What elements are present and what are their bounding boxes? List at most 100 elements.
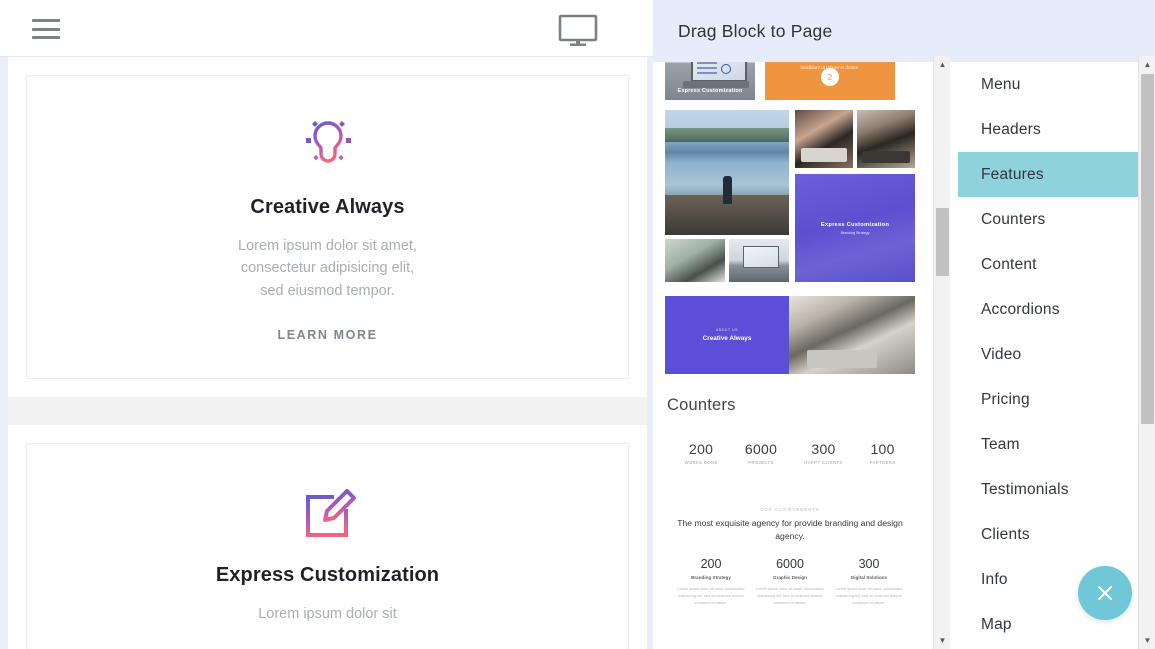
category-item-headers[interactable]: Headers — [958, 107, 1141, 152]
counter-value: 300 — [811, 441, 836, 457]
category-item-team[interactable]: Team — [958, 422, 1141, 467]
scroll-up-arrow[interactable]: ▲ — [1139, 56, 1155, 73]
category-item-accordions[interactable]: Accordions — [958, 287, 1141, 332]
panel-scrollbar[interactable]: ▲ ▼ — [1138, 56, 1155, 649]
category-label: Clients — [981, 525, 1030, 543]
counter-value: 200 — [689, 441, 714, 457]
scroll-up-arrow[interactable]: ▲ — [934, 56, 951, 73]
thumb-wide-title: Creative Always — [702, 335, 752, 342]
counters-card-eyebrow: OUR ACHIEVEMENTS — [760, 507, 820, 512]
counters-card-item: 200 Branding Strategy Lorem ipsum dolor … — [673, 557, 749, 608]
panel-header: Drag Block to Page — [653, 0, 1155, 62]
counter-item: 200 WORKS DONE — [685, 441, 718, 465]
counter-value: 100 — [870, 441, 895, 457]
scrollbar-thumb[interactable] — [1141, 74, 1154, 424]
category-label: Info — [981, 570, 1008, 588]
block-category-list[interactable]: Menu Headers Features Counters Content A… — [958, 62, 1141, 649]
thumb-wide-photo — [789, 296, 915, 374]
thumb-image-laptop2 — [729, 239, 789, 282]
panel-body: Express Customization Lorem ipsum dolor … — [653, 62, 1155, 649]
builder-topbar — [0, 0, 655, 57]
block-thumb-laptop[interactable]: Express Customization — [665, 62, 755, 100]
close-panel-button[interactable] — [1078, 566, 1132, 620]
counter-value: 300 — [858, 556, 880, 571]
category-item-counters[interactable]: Counters — [958, 197, 1141, 242]
block-thumb-image-grid[interactable]: Express Customization Branding Strategy — [665, 110, 915, 282]
category-label: Map — [981, 615, 1012, 633]
learn-more-link[interactable]: LEARN MORE — [277, 328, 377, 342]
block-library-panel: Drag Block to Page Express Customization — [653, 0, 1155, 649]
counter-text: Lorem ipsum dolor sit amet, consectetur … — [677, 586, 745, 606]
page-preview-scroll[interactable]: Creative Always Lorem ipsum dolor sit am… — [0, 57, 655, 649]
category-item-testimonials[interactable]: Testimonials — [958, 467, 1141, 512]
counter-item: 6000 PROJECTS — [745, 441, 777, 465]
counter-value: 6000 — [776, 556, 804, 571]
counter-label: Branding Strategy — [691, 574, 731, 580]
thumb-wide-eyebrow: ABOUT US — [715, 328, 739, 332]
counters-card-item: 6000 Graphic Design Lorem ipsum dolor si… — [752, 557, 828, 608]
scroll-down-arrow[interactable]: ▼ — [1139, 632, 1155, 649]
thumb-wide-purple: ABOUT US Creative Always — [665, 296, 789, 374]
category-label: Menu — [981, 75, 1021, 93]
block-thumb-counters-row[interactable]: 200 WORKS DONE 6000 PROJECTS 300 HAPPY C… — [665, 435, 915, 479]
feature-title: Creative Always — [250, 196, 405, 218]
thumb-image-laptop-hands — [857, 110, 915, 168]
edit-pencil-icon — [47, 472, 608, 556]
scroll-down-arrow[interactable]: ▼ — [934, 632, 951, 649]
close-icon — [1098, 586, 1112, 600]
hamburger-icon[interactable] — [32, 19, 60, 39]
counter-label: Graphic Design — [773, 574, 807, 580]
counter-caption: PARTNERS — [869, 460, 896, 465]
category-item-video[interactable]: Video — [958, 332, 1141, 377]
thumb-purple-title: Express Customization — [820, 221, 890, 228]
counter-caption: WORKS DONE — [684, 460, 718, 465]
blocks-scrollbar[interactable]: ▲ ▼ — [933, 56, 950, 649]
page-feature-block-1[interactable]: Creative Always Lorem ipsum dolor sit am… — [8, 75, 647, 380]
page-sheet: Creative Always Lorem ipsum dolor sit am… — [8, 57, 647, 649]
category-label: Features — [981, 165, 1044, 183]
counter-value: 200 — [700, 556, 722, 571]
category-label: Team — [981, 435, 1020, 453]
block-thumb-counters-card[interactable]: OUR ACHIEVEMENTS The most exquisite agen… — [665, 497, 915, 621]
category-item-pricing[interactable]: Pricing — [958, 377, 1141, 422]
category-label: Accordions — [981, 300, 1060, 318]
block-separator — [8, 397, 647, 426]
section-label-counters: Counters — [667, 396, 736, 414]
block-thumb-wide-card[interactable]: ABOUT US Creative Always — [665, 296, 915, 374]
thumb-image-desk — [665, 239, 725, 282]
app-root: Creative Always Lorem ipsum dolor sit am… — [0, 0, 1155, 649]
block-thumb-orange[interactable]: Lorem ipsum dolor sit amet, consectetur … — [765, 62, 895, 100]
counter-value: 6000 — [744, 441, 778, 457]
counter-text: Lorem ipsum dolor sit amet, consectetur … — [756, 586, 824, 606]
category-label: Pricing — [981, 390, 1030, 408]
thumb-image-lake — [665, 110, 789, 235]
thumb-purple-card: Express Customization Branding Strategy — [795, 174, 915, 282]
category-item-clients[interactable]: Clients — [958, 512, 1141, 557]
counter-item: 300 HAPPY CLIENTS — [804, 441, 842, 465]
counters-card-headline: The most exquisite agency for provide br… — [677, 518, 903, 541]
feature-title: Express Customization — [215, 564, 440, 587]
category-item-content[interactable]: Content — [958, 242, 1141, 287]
category-item-features[interactable]: Features — [958, 152, 1141, 197]
thumb-caption: Express Customization — [677, 88, 743, 94]
block-thumb-row-1[interactable]: Express Customization Lorem ipsum dolor … — [665, 62, 931, 100]
desktop-monitor-icon[interactable] — [557, 14, 599, 46]
feature-description: Lorem ipsum dolor sit — [258, 606, 397, 623]
thumb-image-meeting — [795, 110, 853, 168]
counter-item: 100 PARTNERS — [870, 441, 896, 465]
scrollbar-thumb[interactable] — [936, 208, 949, 276]
category-label: Testimonials — [981, 480, 1069, 498]
category-label: Content — [981, 255, 1037, 273]
counter-caption: HAPPY CLIENTS — [804, 460, 843, 465]
thumb-purple-subtitle: Branding Strategy — [840, 230, 870, 235]
counters-card-item: 300 Digital Solutions Lorem ipsum dolor … — [831, 557, 907, 608]
counter-text: Lorem ipsum dolor sit amet, consectetur … — [835, 586, 903, 606]
panel-title: Drag Block to Page — [678, 20, 833, 41]
thumb-badge: 2 — [821, 68, 839, 86]
lightbulb-icon — [47, 104, 608, 188]
block-thumbnails-column[interactable]: Express Customization Lorem ipsum dolor … — [653, 62, 943, 649]
counter-caption: PROJECTS — [748, 460, 774, 465]
feature-description: Lorem ipsum dolor sit amet, consectetur … — [238, 238, 417, 299]
page-feature-block-2[interactable]: Express Customization Lorem ipsum dolor … — [8, 443, 647, 649]
category-item-menu[interactable]: Menu — [958, 62, 1141, 107]
